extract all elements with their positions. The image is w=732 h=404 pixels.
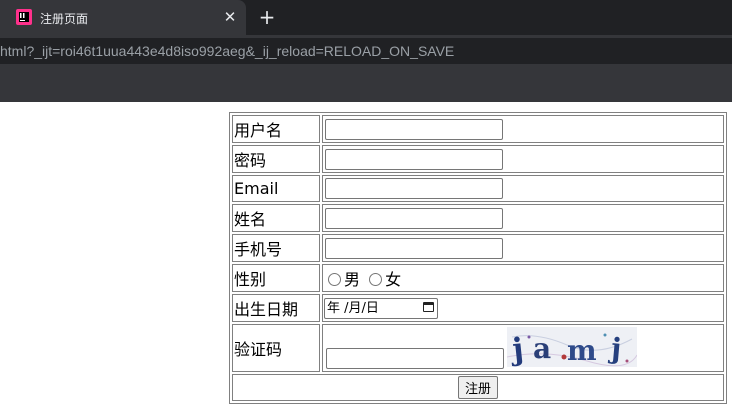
gender-male-label: 男 <box>344 270 361 289</box>
browser-toolbar: html?_ijt=roi46t1uua443e4d8iso992aeg&_ij… <box>0 35 732 67</box>
password-input[interactable] <box>325 148 503 170</box>
new-tab-icon[interactable]: + <box>256 6 278 28</box>
birthday-label: 出生日期 <box>232 294 320 322</box>
form-row-name: 姓名 <box>232 204 724 232</box>
address-bar[interactable]: html?_ijt=roi46t1uua443e4d8iso992aeg&_ij… <box>0 38 732 64</box>
active-tab[interactable]: 注册页面 ✕ <box>0 0 246 35</box>
form-row-phone: 手机号 <box>232 234 724 262</box>
captcha-input[interactable] <box>326 348 504 369</box>
birthday-date-input[interactable]: 年 /月/日 <box>324 297 438 319</box>
form-row-gender: 性别 男 女 <box>232 264 724 292</box>
form-row-username: 用户名 <box>232 115 724 143</box>
svg-text:a: a <box>533 332 551 365</box>
form-row-email: Email <box>232 175 724 202</box>
form-row-submit: 注册 <box>232 374 724 401</box>
name-label: 姓名 <box>232 204 320 232</box>
tab-strip: 注册页面 ✕ + <box>0 0 732 35</box>
captcha-label: 验证码 <box>232 324 320 372</box>
email-label: Email <box>232 175 320 202</box>
email-input[interactable] <box>325 178 503 199</box>
gender-label: 性别 <box>232 264 320 292</box>
bookmarks-bar <box>0 67 732 102</box>
gender-female-radio[interactable] <box>369 273 383 286</box>
password-label: 密码 <box>232 145 320 173</box>
tab-title: 注册页面 <box>40 12 89 26</box>
phone-input[interactable] <box>325 237 503 259</box>
form-row-password: 密码 <box>232 145 724 173</box>
register-button[interactable]: 注册 <box>457 376 498 399</box>
calendar-icon[interactable] <box>423 301 434 312</box>
close-tab-icon[interactable]: ✕ <box>220 7 240 27</box>
intellij-favicon-icon <box>16 9 32 25</box>
name-input[interactable] <box>325 207 503 229</box>
svg-text:m: m <box>567 334 597 367</box>
date-placeholder: 年 /月/日 <box>327 300 379 316</box>
username-label: 用户名 <box>232 115 320 143</box>
username-input[interactable] <box>325 118 503 140</box>
form-row-birthday: 出生日期 年 /月/日 <box>232 294 724 322</box>
gender-female-label: 女 <box>385 270 402 289</box>
gender-male-radio[interactable] <box>328 273 341 286</box>
registration-form: 用户名 密码 Email 姓名 手机号 性别 男 女 出生日期 年 /月/日 验… <box>229 112 727 404</box>
form-row-captcha: 验证码 j a m j <box>232 324 724 372</box>
captcha-image[interactable]: j a m j <box>507 327 637 367</box>
url-text: html?_ijt=roi46t1uua443e4d8iso992aeg&_ij… <box>0 43 455 59</box>
phone-label: 手机号 <box>232 234 320 262</box>
